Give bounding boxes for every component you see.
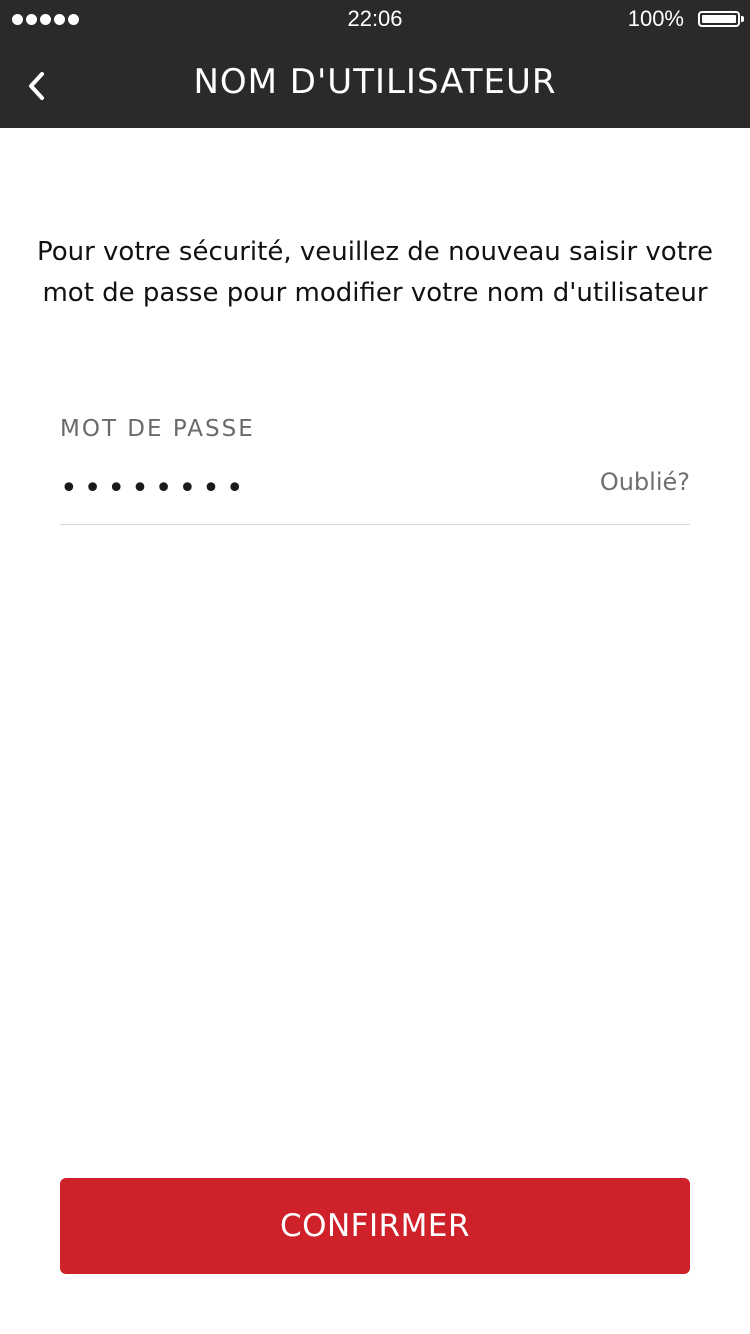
password-label: MOT DE PASSE [60, 416, 255, 442]
screen: 22:06 100% NOM D'UTILISATEUR Pour votre … [0, 0, 750, 1334]
page-title: NOM D'UTILISATEUR [193, 62, 557, 102]
header: 22:06 100% NOM D'UTILISATEUR [0, 0, 750, 128]
status-bar: 22:06 100% [0, 0, 750, 40]
field-divider [60, 524, 690, 525]
confirm-button[interactable]: CONFIRMER [60, 1178, 690, 1274]
battery-icon [698, 11, 744, 27]
battery-percentage: 100% [627, 6, 684, 31]
instructions-text: Pour votre sécurité, veuillez de nouveau… [36, 237, 714, 308]
forgot-password-link[interactable]: Oublié? [600, 468, 690, 496]
password-input[interactable] [60, 468, 560, 508]
nav-bar: NOM D'UTILISATEUR [0, 40, 750, 128]
